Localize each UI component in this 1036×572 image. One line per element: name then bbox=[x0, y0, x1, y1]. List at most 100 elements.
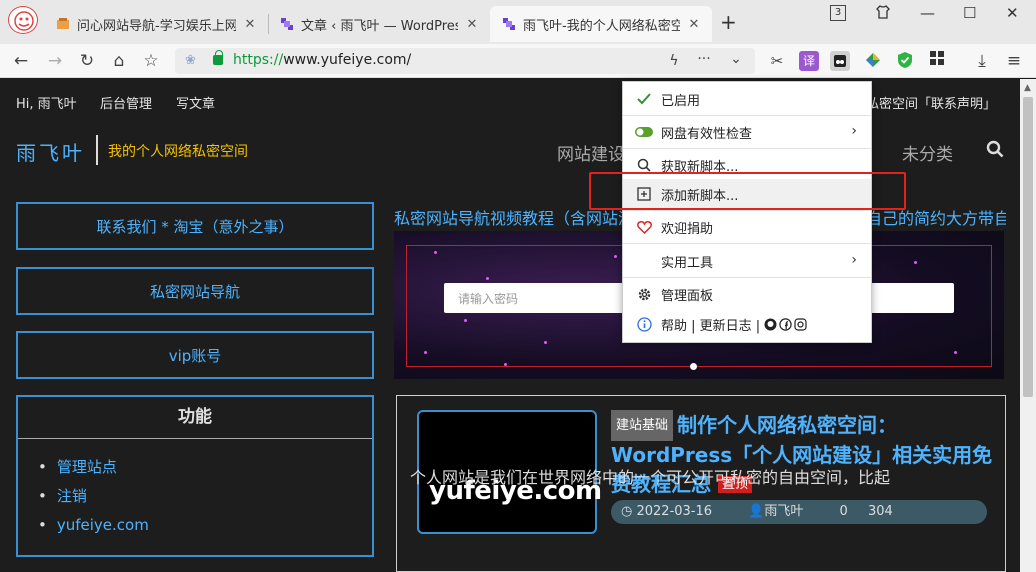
tab-strip: 问心网站导航-学习娱乐上网助手 ✕ 文章 ‹ 雨飞叶 — WordPress ✕… bbox=[0, 0, 1036, 44]
menu-divider bbox=[623, 210, 871, 211]
site-shield-icon[interactable]: ❀ bbox=[185, 53, 196, 68]
more-icon[interactable]: ··· bbox=[693, 48, 715, 70]
tab-favicon-icon bbox=[503, 18, 515, 30]
chevron-down-icon[interactable]: ⌄ bbox=[725, 48, 747, 70]
menu-icon[interactable]: ≡ bbox=[1003, 50, 1025, 72]
chevron-right-icon: › bbox=[851, 123, 857, 139]
menu-item-label: 已启用 bbox=[661, 93, 701, 109]
post-meta: ◷ 2022-03-16 👤雨飞叶 0 304 bbox=[611, 500, 987, 524]
function-item-manage-site[interactable]: 管理站点 bbox=[38, 453, 372, 482]
tab-wenxin-nav[interactable]: 问心网站导航-学习娱乐上网助手 ✕ bbox=[44, 6, 268, 42]
post-date-text: 2022-03-16 bbox=[636, 504, 713, 519]
gear-icon bbox=[635, 285, 653, 303]
colorful-ext-icon[interactable] bbox=[863, 51, 883, 71]
menu-item-dashboard[interactable]: 管理面板 bbox=[623, 279, 871, 309]
sidebar-contact-button[interactable]: 联系我们 * 淘宝（意外之事） bbox=[16, 202, 374, 250]
github-icon[interactable] bbox=[764, 318, 777, 331]
admin-write-link[interactable]: 写文章 bbox=[176, 93, 215, 112]
home-button[interactable]: ⌂ bbox=[108, 50, 130, 72]
highlight-annotation-box bbox=[589, 172, 906, 210]
blank-icon-slot bbox=[635, 252, 653, 270]
menu-divider bbox=[623, 243, 871, 244]
download-icon[interactable]: ⤓ bbox=[971, 50, 993, 72]
instagram-icon[interactable] bbox=[794, 317, 807, 331]
lightning-icon[interactable]: ϟ bbox=[663, 50, 685, 72]
url-host: www.yufeiye.com/ bbox=[283, 52, 412, 68]
slider-pagination-dot[interactable] bbox=[690, 363, 697, 370]
forward-button[interactable]: → bbox=[44, 50, 66, 72]
nav-item-uncategorized[interactable]: 未分类 bbox=[902, 140, 953, 165]
tab-title: 文章 ‹ 雨飞叶 — WordPress bbox=[301, 18, 458, 34]
address-bar[interactable]: ❀ https://www.yufeiye.com/ ϟ ··· ⌄ bbox=[175, 48, 755, 74]
menu-divider bbox=[623, 277, 871, 278]
sidebar-vip-button[interactable]: vip账号 bbox=[16, 331, 374, 379]
info-icon bbox=[635, 315, 653, 333]
search-icon[interactable] bbox=[986, 140, 1004, 158]
menu-item-label: 实用工具 bbox=[661, 255, 714, 271]
check-icon bbox=[635, 90, 653, 108]
function-item-homepage[interactable]: yufeiye.com bbox=[38, 511, 372, 540]
scroll-up-icon[interactable]: ▲ bbox=[1024, 83, 1031, 93]
lock-icon[interactable] bbox=[213, 50, 223, 65]
navigation-bar: ← → ↻ ⌂ ☆ ❀ https://www.yufeiye.com/ ϟ ·… bbox=[0, 44, 1036, 98]
post-author[interactable]: 👤雨飞叶 bbox=[748, 504, 819, 519]
password-placeholder: 请输入密码 bbox=[458, 292, 519, 306]
menu-item-donate[interactable]: 欢迎捐助 bbox=[623, 212, 871, 242]
sidebar-private-nav-button[interactable]: 私密网站导航 bbox=[16, 267, 374, 315]
tab-yufeiye-active[interactable]: 雨飞叶-我的个人网络私密空间 ✕ bbox=[490, 6, 712, 42]
menu-item-label: 欢迎捐助 bbox=[661, 221, 714, 237]
function-widget-title: 功能 bbox=[18, 397, 372, 439]
site-brand[interactable]: 雨飞叶 bbox=[16, 137, 85, 166]
post-category-badge[interactable]: 建站基础 bbox=[611, 410, 674, 441]
close-icon[interactable]: ✕ bbox=[464, 17, 480, 32]
close-window-button[interactable]: ✕ bbox=[1006, 4, 1019, 22]
post-excerpt: 个人网站是我们在世界网络中的一个可公开可私密的自由空间，比起 bbox=[410, 468, 891, 487]
sidebar-contact-label: 联系我们 * 淘宝（意外之事） bbox=[96, 217, 294, 236]
admin-greeting[interactable]: Hi, 雨飞叶 bbox=[16, 93, 77, 112]
url-scheme: https:// bbox=[233, 52, 284, 68]
brand-divider bbox=[96, 135, 98, 165]
tab-wordpress-posts[interactable]: 文章 ‹ 雨飞叶 — WordPress ✕ bbox=[268, 6, 490, 42]
scrollbar-thumb[interactable] bbox=[1023, 97, 1033, 397]
menu-divider bbox=[623, 115, 871, 116]
menu-item-netdisk-check[interactable]: 网盘有效性检查 › bbox=[623, 117, 871, 147]
grid-apps-icon[interactable] bbox=[927, 51, 947, 71]
function-item-logout[interactable]: 注销 bbox=[38, 482, 372, 511]
close-icon[interactable]: ✕ bbox=[242, 17, 258, 32]
tab-title: 雨飞叶-我的个人网络私密空间 bbox=[523, 18, 680, 34]
menu-item-label: 网盘有效性检查 bbox=[661, 126, 753, 142]
script-manager-menu: 已启用 网盘有效性检查 › 获取新脚本... 添加新脚本... 欢迎捐助 实用工… bbox=[622, 81, 872, 343]
script-manager-ext-icon[interactable] bbox=[830, 51, 850, 71]
menu-item-tools[interactable]: 实用工具 › bbox=[623, 246, 871, 276]
toggle-icon bbox=[635, 123, 653, 141]
chevron-right-icon: › bbox=[851, 252, 857, 268]
admin-dashboard-link[interactable]: 后台管理 bbox=[100, 93, 152, 112]
bookmark-star-button[interactable]: ☆ bbox=[140, 50, 162, 72]
menu-item-enabled[interactable]: 已启用 bbox=[623, 84, 871, 114]
nav-item-site-building[interactable]: 网站建设 bbox=[557, 140, 625, 165]
contact-statement-link[interactable]: 私密空间「联系声明」 bbox=[866, 93, 996, 112]
post-author-text: 雨飞叶 bbox=[764, 504, 804, 519]
minimize-button[interactable]: — bbox=[920, 4, 935, 22]
menu-divider bbox=[623, 148, 871, 149]
browser-logo-icon[interactable] bbox=[8, 6, 38, 34]
emoji-faces-icon: 😊😉😊😜 bbox=[455, 428, 555, 453]
menu-item-label: 帮助 | 更新日志 | bbox=[661, 318, 761, 334]
close-icon[interactable]: ✕ bbox=[686, 17, 702, 32]
maximize-button[interactable]: ☐ bbox=[963, 4, 976, 22]
translate-ext-icon[interactable]: 译 bbox=[799, 51, 819, 71]
tab-count-button[interactable]: 3 bbox=[830, 5, 846, 21]
new-tab-button[interactable]: + bbox=[720, 10, 737, 34]
facebook-icon[interactable] bbox=[779, 317, 792, 331]
menu-item-help[interactable]: 帮助 | 更新日志 | bbox=[623, 309, 871, 339]
post-comments[interactable]: 0 304 bbox=[840, 504, 909, 519]
back-button[interactable]: ← bbox=[10, 50, 32, 72]
scissors-icon[interactable]: ✂ bbox=[766, 50, 788, 72]
function-widget: 功能 管理站点 注销 yufeiye.com bbox=[16, 395, 374, 557]
page-scrollbar[interactable]: ▲ bbox=[1020, 79, 1036, 572]
tab-title: 问心网站导航-学习娱乐上网助手 bbox=[77, 18, 236, 34]
url-text[interactable]: https://www.yufeiye.com/ bbox=[233, 52, 411, 68]
shirt-icon[interactable] bbox=[875, 4, 891, 24]
reload-button[interactable]: ↻ bbox=[76, 50, 98, 72]
shield-check-icon[interactable] bbox=[895, 51, 915, 71]
